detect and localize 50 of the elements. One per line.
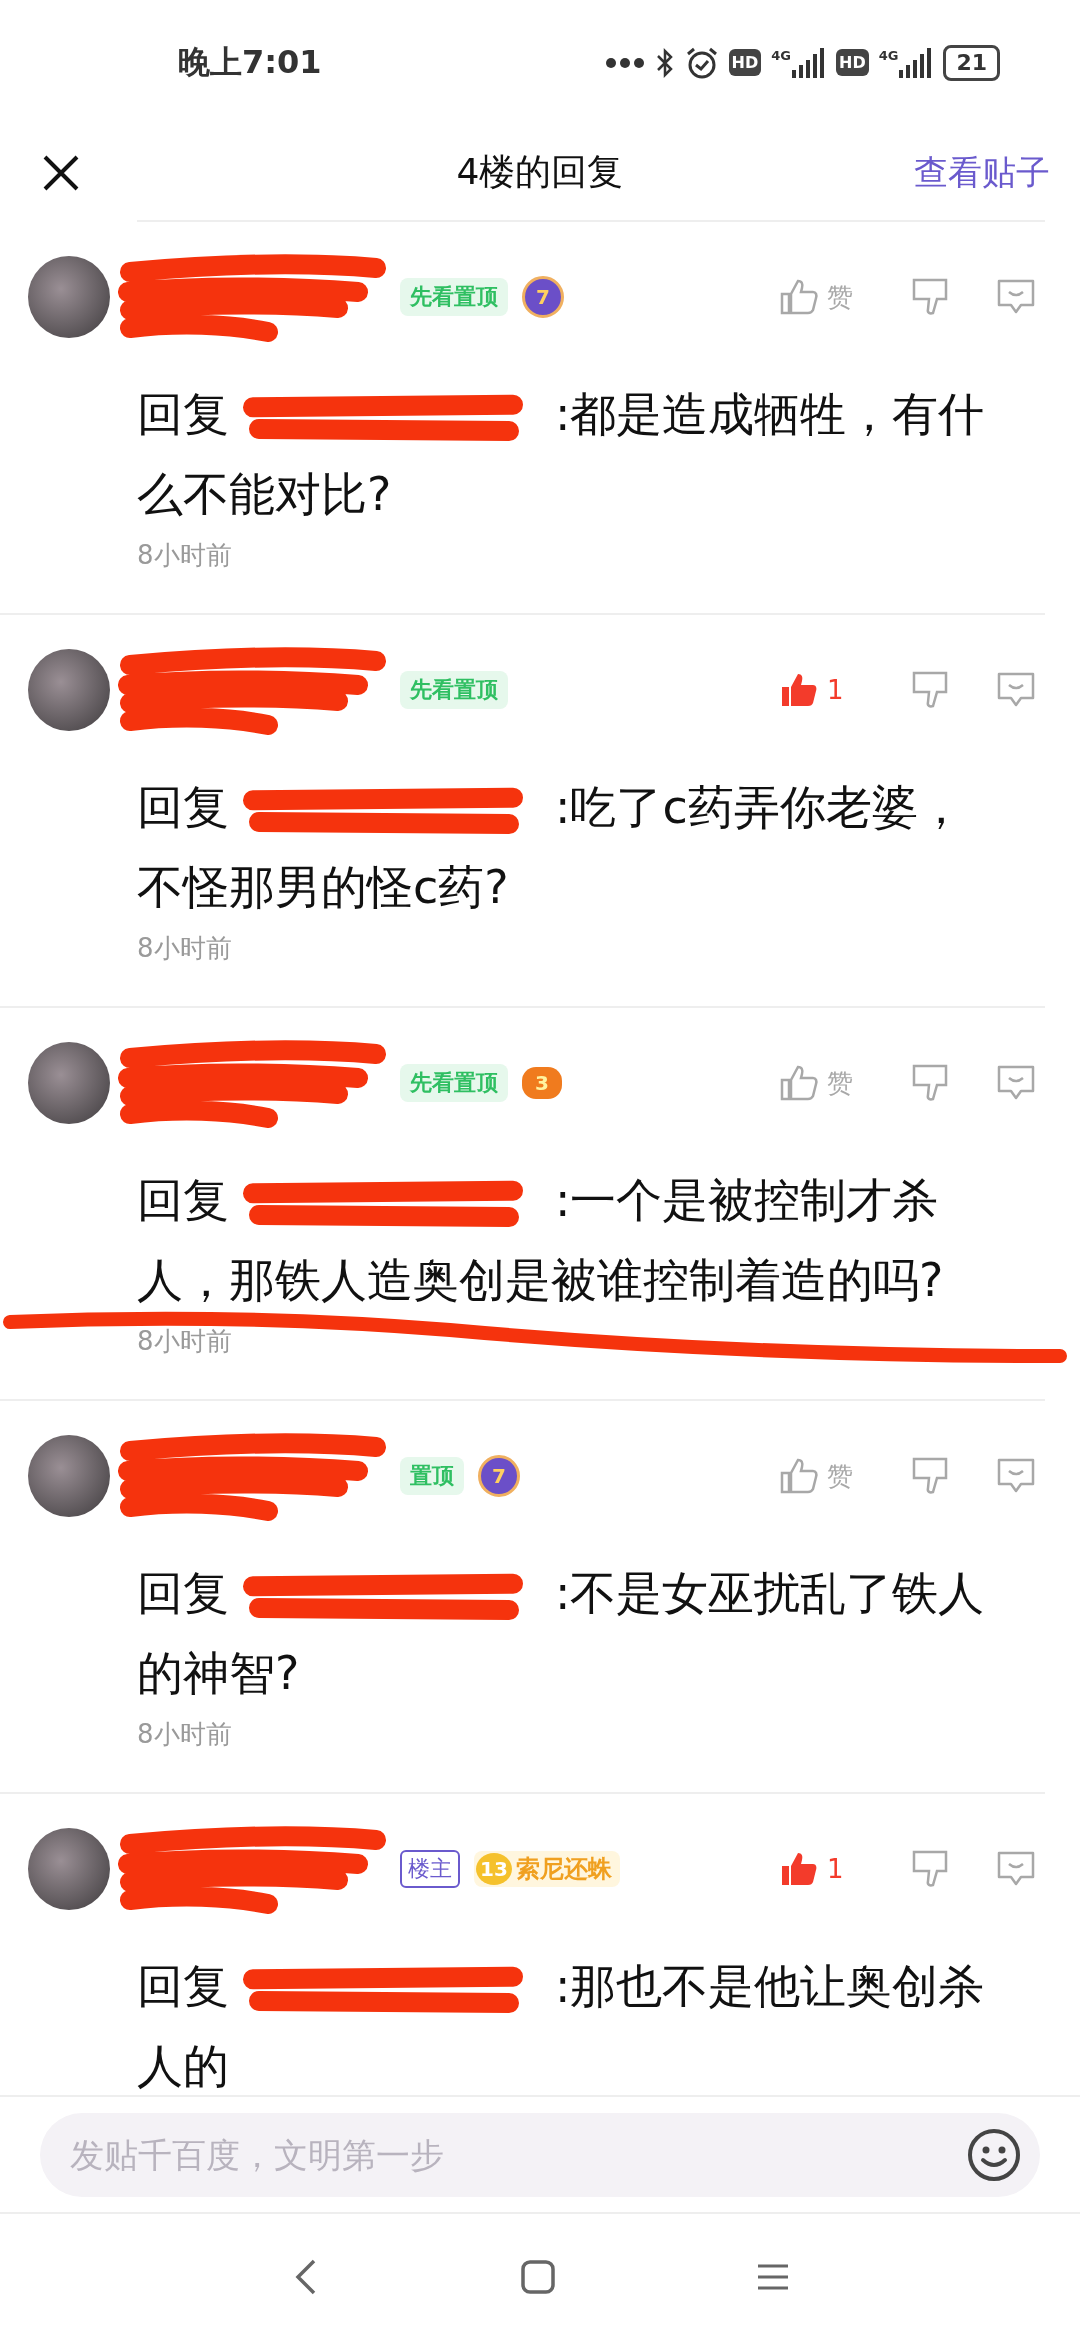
reply-text: 回复 :一个是被控制才杀人，那铁人造奥创是被谁控制着造的吗? bbox=[137, 1172, 945, 1309]
more-icon bbox=[604, 56, 645, 69]
timestamp: 8小时前 bbox=[136, 932, 233, 965]
thumbs-up-icon bbox=[779, 1063, 819, 1103]
pinned-tag: 先看置顶 bbox=[400, 671, 508, 709]
thumbs-down-icon[interactable] bbox=[911, 277, 949, 317]
like-button[interactable]: 1 bbox=[779, 1849, 865, 1889]
battery-indicator: 21 bbox=[943, 44, 1000, 81]
menu-icon[interactable] bbox=[756, 2262, 790, 2292]
like-button[interactable]: 1 bbox=[779, 670, 865, 710]
signal-icon bbox=[792, 47, 826, 78]
page-title: 4楼的回复 bbox=[456, 150, 624, 194]
level-badge: 3 bbox=[522, 1067, 562, 1099]
reply-text: 回复 :不是女巫扰乱了铁人的神智? bbox=[137, 1565, 986, 1702]
thumbs-down-icon[interactable] bbox=[911, 670, 949, 710]
thumbs-up-icon bbox=[779, 277, 819, 317]
like-button[interactable]: 赞 bbox=[779, 1063, 865, 1103]
home-icon[interactable] bbox=[520, 2259, 556, 2295]
level-badge: 7 bbox=[478, 1455, 520, 1497]
author-tag: 楼主 bbox=[400, 1850, 460, 1888]
timestamp: 8小时前 bbox=[136, 1325, 233, 1358]
hd-badge: HD bbox=[728, 49, 762, 76]
like-button[interactable]: 赞 bbox=[779, 277, 865, 317]
level-badge: 7 bbox=[522, 276, 564, 318]
network-label: 4G bbox=[878, 47, 899, 63]
reply-text: 回复 :都是造成牺牲，有什么不能对比? bbox=[137, 386, 986, 523]
bluetooth-icon bbox=[654, 46, 675, 79]
pinned-tag: 先看置顶 bbox=[400, 1064, 508, 1102]
comment-input-field[interactable]: 发贴千百度，文明第一步 bbox=[40, 2112, 1040, 2197]
fan-level-badge: 13 bbox=[476, 1853, 512, 1885]
thumbs-down-icon[interactable] bbox=[911, 1456, 949, 1496]
pinned-tag: 置顶 bbox=[400, 1457, 464, 1495]
hd-badge: HD bbox=[836, 49, 869, 76]
reply-text: 回复 :吃了c药弄你老婆，不怪那男的怪c药? bbox=[137, 779, 965, 916]
timestamp: 8小时前 bbox=[136, 1718, 233, 1751]
thumbs-down-icon[interactable] bbox=[911, 1849, 949, 1889]
view-post-link[interactable]: 查看贴子 bbox=[914, 149, 1050, 196]
close-button[interactable] bbox=[42, 153, 80, 192]
fan-title: 索尼还蛛 bbox=[516, 1854, 612, 1885]
like-button[interactable]: 赞 bbox=[779, 1456, 865, 1496]
pinned-tag: 先看置顶 bbox=[400, 278, 508, 316]
timestamp: 8小时前 bbox=[136, 539, 233, 572]
signal-icon bbox=[899, 47, 934, 78]
thumbs-up-icon bbox=[779, 1456, 819, 1496]
emoji-icon[interactable] bbox=[966, 2126, 1022, 2183]
status-time: 晚上7:01 bbox=[178, 41, 322, 83]
reply-text: 回复 :那也不是他让奥创杀人的 bbox=[137, 1958, 986, 2095]
network-label: 4G bbox=[771, 47, 791, 63]
alarm-icon bbox=[684, 45, 719, 80]
thumbs-down-icon[interactable] bbox=[911, 1063, 949, 1103]
